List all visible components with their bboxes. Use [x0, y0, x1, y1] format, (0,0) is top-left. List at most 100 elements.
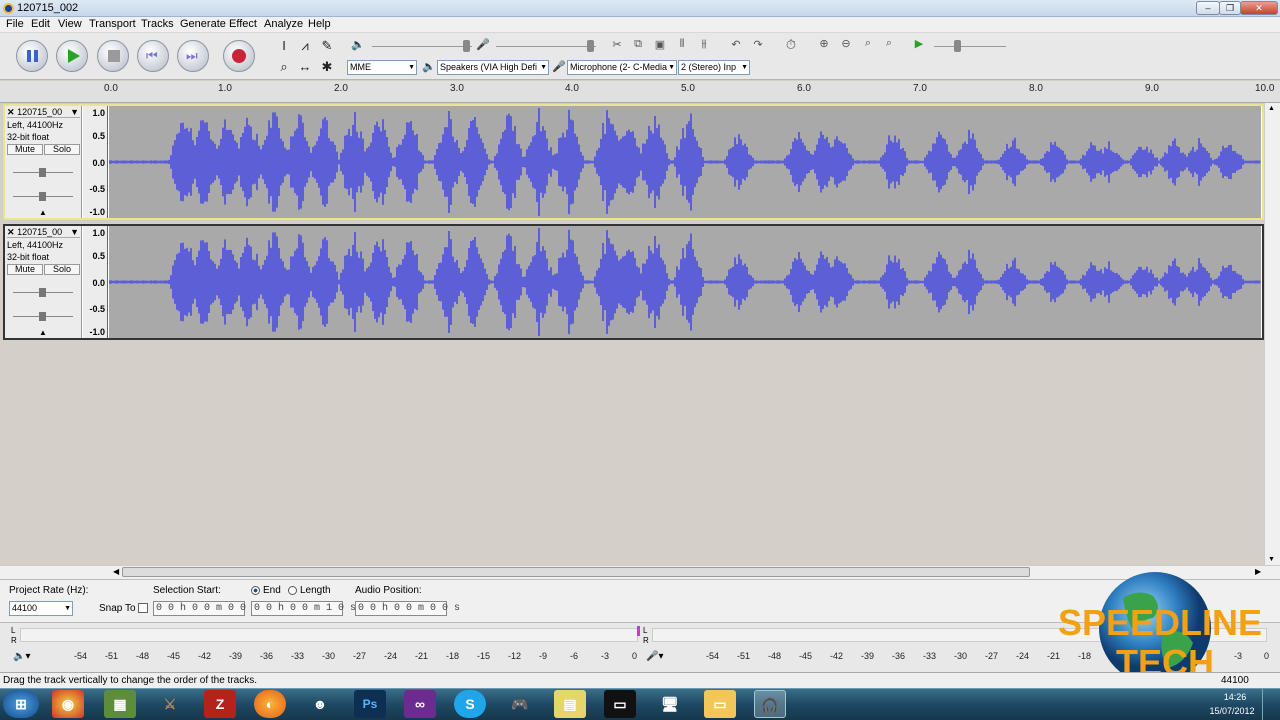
playback-meter-icon[interactable]: 🔈▾ [13, 651, 30, 662]
project-rate-select[interactable]: 44100 ▼ [9, 601, 73, 616]
selection-end-field[interactable]: 0 0 h 0 0 m 1 0 s [251, 601, 356, 616]
minecraft-taskbar-icon[interactable]: ▦ [104, 690, 136, 718]
menu-tracks[interactable]: Tracks [141, 18, 174, 30]
multi-tool-icon[interactable]: ✱ [317, 58, 337, 76]
track-close-icon[interactable]: ✕ [7, 107, 15, 117]
zoom-out-icon[interactable]: ⊖ [837, 37, 855, 50]
play-at-speed-icon[interactable]: ▶ [910, 37, 928, 50]
menu-generate[interactable]: Generate [180, 18, 226, 30]
selection-start-field[interactable]: 0 0 h 0 0 m 0 0 s [153, 601, 258, 616]
game-taskbar-icon[interactable]: ⚔ [154, 690, 186, 718]
photoshop-taskbar-icon[interactable]: Ps [354, 690, 386, 718]
silence-icon[interactable]: ⫵ [695, 38, 713, 51]
controller-taskbar-icon[interactable]: 🎮 [504, 690, 536, 718]
trim-icon[interactable]: ⫴ [673, 38, 691, 51]
input-volume-slider[interactable] [587, 40, 594, 52]
collapse-track-icon[interactable]: ▲ [39, 208, 47, 217]
snap-to-checkbox[interactable] [138, 603, 148, 613]
skype-taskbar-icon[interactable]: S [454, 690, 486, 718]
solo-button[interactable]: Solo [44, 264, 80, 275]
envelope-tool-icon[interactable]: ⩘ [295, 37, 315, 55]
clock-date[interactable]: 15/07/2012 [1202, 706, 1262, 716]
explorer-taskbar-icon[interactable]: ▭ [704, 690, 736, 718]
chevron-down-icon[interactable]: ▼ [70, 107, 79, 117]
record-button[interactable] [223, 40, 255, 72]
waveform-area[interactable] [108, 106, 1261, 218]
audacity-taskbar-icon[interactable]: 🎧 [754, 690, 786, 718]
menu-analyze[interactable]: Analyze [264, 18, 303, 30]
playback-meter[interactable] [20, 628, 638, 642]
chrome-taskbar-icon[interactable]: ◉ [52, 690, 84, 718]
audio-track-2[interactable]: ✕ 120715_00 ▼ Left, 44100Hz 32-bit float… [3, 224, 1264, 340]
skip-to-start-button[interactable]: ⏮ [137, 40, 169, 72]
cmd-taskbar-icon[interactable]: ▭ [604, 690, 636, 718]
gain-slider[interactable] [39, 288, 46, 297]
timeshift-tool-icon[interactable]: ↔ [295, 58, 315, 76]
mute-button[interactable]: Mute [7, 264, 43, 275]
play-button[interactable] [56, 40, 88, 72]
zoom-tool-icon[interactable]: ⌕ [274, 58, 294, 76]
input-channels-select[interactable]: 2 (Stereo) Inp ▼ [678, 60, 750, 75]
close-window-button[interactable]: ✕ [1240, 1, 1278, 15]
notes-taskbar-icon[interactable]: ▤ [554, 690, 586, 718]
clock-time[interactable]: 14:26 [1212, 692, 1258, 702]
track-close-icon[interactable]: ✕ [7, 227, 15, 237]
filezilla-taskbar-icon[interactable]: Z [204, 690, 236, 718]
show-desktop-button[interactable] [1262, 689, 1280, 720]
waveform-area[interactable] [108, 226, 1261, 338]
monitor-taskbar-icon[interactable]: 🖥 [654, 690, 686, 718]
gain-slider[interactable] [39, 168, 46, 177]
length-radio[interactable] [288, 586, 297, 595]
solo-button[interactable]: Solo [44, 144, 80, 155]
menu-transport[interactable]: Transport [89, 18, 136, 30]
chevron-down-icon[interactable]: ▼ [70, 227, 79, 237]
track-name-menu[interactable]: ✕ 120715_00 ▼ [7, 227, 80, 238]
fit-selection-icon[interactable]: ⌕ [859, 37, 877, 50]
draw-tool-icon[interactable]: ✎ [317, 37, 337, 55]
selection-tool-icon[interactable]: I [274, 37, 294, 55]
pause-button[interactable] [16, 40, 48, 72]
input-device-select[interactable]: Microphone (2- C-Media ▼ [567, 60, 677, 75]
sync-lock-icon[interactable]: ⏱ [782, 37, 800, 53]
collapse-track-icon[interactable]: ▲ [39, 328, 47, 337]
pan-slider[interactable] [39, 192, 46, 201]
zoom-in-icon[interactable]: ⊕ [815, 37, 833, 50]
paste-icon[interactable]: ▣ [651, 38, 669, 51]
audio-host-select[interactable]: MME ▼ [347, 60, 417, 75]
track-name-menu[interactable]: ✕ 120715_00 ▼ [7, 107, 80, 118]
cut-icon[interactable]: ✂ [608, 38, 626, 51]
messenger-taskbar-icon[interactable]: ☻ [304, 690, 336, 718]
output-volume-slider[interactable] [463, 40, 470, 52]
minimize-button[interactable]: – [1196, 1, 1220, 15]
scroll-down-icon[interactable]: ▼ [1268, 556, 1275, 563]
fit-project-icon[interactable]: ⌕ [880, 37, 898, 50]
menu-edit[interactable]: Edit [31, 18, 50, 30]
menu-file[interactable]: File [6, 18, 24, 30]
audio-track-1[interactable]: ✕ 120715_00 ▼ Left, 44100Hz 32-bit float… [3, 104, 1264, 220]
pan-slider[interactable] [39, 312, 46, 321]
copy-icon[interactable]: ⧉ [629, 38, 647, 51]
skip-to-end-button[interactable]: ⏭ [177, 40, 209, 72]
play-speed-slider[interactable] [954, 40, 961, 52]
meter-tick-label: -18 [446, 651, 460, 661]
mute-button[interactable]: Mute [7, 144, 43, 155]
scroll-left-icon[interactable]: ◀ [113, 567, 119, 576]
redo-icon[interactable]: ↷ [749, 38, 767, 51]
scroll-up-icon[interactable]: ▲ [1268, 105, 1275, 112]
timeline-ruler[interactable] [0, 81, 1280, 103]
start-button[interactable]: ⊞ [3, 690, 39, 718]
menu-help[interactable]: Help [308, 18, 331, 30]
firefox-taskbar-icon[interactable]: ◐ [254, 690, 286, 718]
horizontal-scroll-thumb[interactable] [122, 567, 1030, 577]
undo-icon[interactable]: ↶ [727, 38, 745, 51]
recording-meter-icon[interactable]: 🎤▾ [646, 651, 663, 662]
vertical-scrollbar[interactable] [1264, 103, 1280, 565]
end-radio[interactable] [251, 586, 260, 595]
maximize-button[interactable]: ❐ [1219, 1, 1241, 15]
audio-position-field[interactable]: 0 0 h 0 0 m 0 0 s [355, 601, 460, 616]
menu-view[interactable]: View [58, 18, 82, 30]
menu-effect[interactable]: Effect [229, 18, 257, 30]
output-device-select[interactable]: Speakers (VIA High Defi ▼ [437, 60, 549, 75]
visual-studio-taskbar-icon[interactable]: ∞ [404, 690, 436, 718]
stop-button[interactable] [97, 40, 129, 72]
